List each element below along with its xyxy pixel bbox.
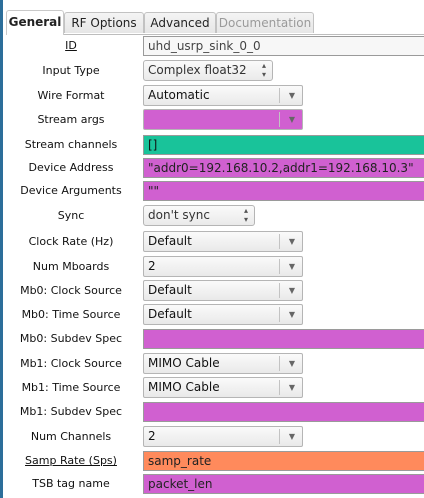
id-field[interactable]: uhd_usrp_sink_0_0 (143, 36, 424, 56)
input-type-value: Complex float32 (148, 63, 247, 77)
param-row-input-type: Input Type Complex float32 ▴ ▾ (0, 59, 424, 82)
mb1-subdev-spec-field[interactable] (143, 402, 424, 422)
param-row-device-arguments: Device Arguments "" (0, 179, 424, 202)
param-row-num-channels: Num Channels 2 ▼ (0, 425, 424, 448)
mb0-time-source-combobox[interactable]: Default ▼ (143, 304, 303, 325)
tsb-tag-name-field[interactable]: packet_len (143, 474, 424, 494)
mb1-time-source-value: MIMO Cable (148, 380, 220, 394)
param-row-clock-rate: Clock Rate (Hz) Default ▼ (0, 230, 424, 253)
param-label-num-channels: Num Channels (30, 430, 112, 443)
stream-channels-field[interactable]: [] (143, 135, 424, 155)
updown-arrows-icon: ▴ ▾ (261, 61, 266, 79)
param-row-mb0-time-source: Mb0: Time Source Default ▼ (0, 303, 424, 326)
wire-format-value: Automatic (148, 88, 210, 102)
wire-format-combobox[interactable]: Automatic ▼ (143, 85, 303, 106)
param-label-mb1-subdev-spec: Mb1: Subdev Spec (19, 405, 123, 418)
updown-arrows-icon: ▴ ▾ (243, 206, 248, 224)
tab-rf-options[interactable]: RF Options (64, 12, 144, 33)
chevron-down-icon: ▼ (288, 432, 295, 441)
combo-divider (279, 356, 280, 371)
mb0-clock-source-value: Default (148, 283, 192, 297)
num-channels-value: 2 (148, 429, 156, 443)
combo-divider (279, 112, 280, 127)
param-row-mb0-subdev-spec: Mb0: Subdev Spec (0, 327, 424, 350)
param-row-stream-args: Stream args ▼ (0, 108, 424, 131)
param-label-mb0-subdev-spec: Mb0: Subdev Spec (19, 332, 123, 345)
num-mboards-value: 2 (148, 259, 156, 273)
combo-divider (279, 380, 280, 395)
tab-advanced[interactable]: Advanced (144, 12, 216, 33)
param-row-sync: Sync don't sync ▴ ▾ (0, 204, 424, 227)
tab-general[interactable]: General (6, 10, 64, 35)
input-type-select[interactable]: Complex float32 ▴ ▾ (143, 60, 273, 81)
combo-divider (279, 307, 280, 322)
sync-value: don't sync (148, 208, 210, 222)
param-label-mb0-clock-source: Mb0: Clock Source (20, 284, 122, 297)
param-row-mb1-subdev-spec: Mb1: Subdev Spec (0, 400, 424, 423)
param-label-device-address: Device Address (28, 161, 114, 174)
stream-args-combobox[interactable]: ▼ (143, 109, 303, 130)
mb1-clock-source-combobox[interactable]: MIMO Cable ▼ (143, 353, 303, 374)
samp-rate-field[interactable]: samp_rate (143, 451, 424, 471)
param-label-device-arguments: Device Arguments (20, 184, 122, 197)
param-row-stream-channels: Stream channels [] (0, 133, 424, 156)
param-row-wire-format: Wire Format Automatic ▼ (0, 84, 424, 107)
tab-bar: General RF Options Advanced Documentatio… (6, 8, 424, 35)
param-row-samp-rate: Samp Rate (Sps) samp_rate (0, 449, 424, 472)
mb0-clock-source-combobox[interactable]: Default ▼ (143, 280, 303, 301)
mb0-subdev-spec-field[interactable] (143, 329, 424, 349)
tab-documentation[interactable]: Documentation (216, 12, 314, 33)
combo-divider (279, 283, 280, 298)
param-label-input-type: Input Type (42, 64, 100, 77)
param-row-tsb-tag-name: TSB tag name packet_len (0, 472, 424, 495)
param-row-device-address: Device Address "addr0=192.168.10.2,addr1… (0, 156, 424, 179)
param-row-mb0-clock-source: Mb0: Clock Source Default ▼ (0, 279, 424, 302)
mb0-time-source-value: Default (148, 307, 192, 321)
param-label-tsb-tag-name: TSB tag name (32, 477, 110, 490)
param-label-stream-channels: Stream channels (24, 138, 118, 151)
mb1-time-source-combobox[interactable]: MIMO Cable ▼ (143, 377, 303, 398)
chevron-down-icon: ▼ (288, 359, 295, 368)
param-row-mb1-time-source: Mb1: Time Source MIMO Cable ▼ (0, 376, 424, 399)
num-mboards-combobox[interactable]: 2 ▼ (143, 256, 303, 277)
mb1-clock-source-value: MIMO Cable (148, 356, 220, 370)
param-label-mb1-clock-source: Mb1: Clock Source (20, 357, 122, 370)
param-label-id: ID (65, 39, 77, 52)
param-label-sync: Sync (57, 209, 85, 222)
param-row-id: ID uhd_usrp_sink_0_0 (0, 34, 424, 57)
param-label-num-mboards: Num Mboards (32, 260, 110, 273)
param-row-num-mboards: Num Mboards 2 ▼ (0, 255, 424, 278)
sync-select[interactable]: don't sync ▴ ▾ (143, 205, 255, 226)
chevron-down-icon: ▼ (288, 310, 295, 319)
chevron-down-icon: ▼ (288, 262, 295, 271)
param-label-mb1-time-source: Mb1: Time Source (21, 381, 121, 394)
param-label-mb0-time-source: Mb0: Time Source (21, 308, 121, 321)
param-label-stream-args: Stream args (37, 113, 105, 126)
clock-rate-combobox[interactable]: Default ▼ (143, 231, 303, 252)
param-label-samp-rate: Samp Rate (Sps) (25, 454, 117, 467)
param-label-wire-format: Wire Format (37, 89, 105, 102)
combo-divider (279, 234, 280, 249)
param-row-mb1-clock-source: Mb1: Clock Source MIMO Cable ▼ (0, 352, 424, 375)
chevron-down-icon: ▼ (288, 383, 295, 392)
param-label-clock-rate: Clock Rate (Hz) (28, 235, 114, 248)
chevron-down-icon: ▼ (288, 237, 295, 246)
num-channels-combobox[interactable]: 2 ▼ (143, 426, 303, 447)
clock-rate-value: Default (148, 234, 192, 248)
combo-divider (279, 88, 280, 103)
chevron-down-icon: ▼ (288, 286, 295, 295)
device-arguments-field[interactable]: "" (143, 181, 424, 201)
combo-divider (279, 259, 280, 274)
chevron-down-icon: ▼ (288, 91, 295, 100)
chevron-down-icon: ▼ (288, 115, 295, 124)
device-address-field[interactable]: "addr0=192.168.10.2,addr1=192.168.10.3" (143, 158, 424, 178)
combo-divider (279, 429, 280, 444)
